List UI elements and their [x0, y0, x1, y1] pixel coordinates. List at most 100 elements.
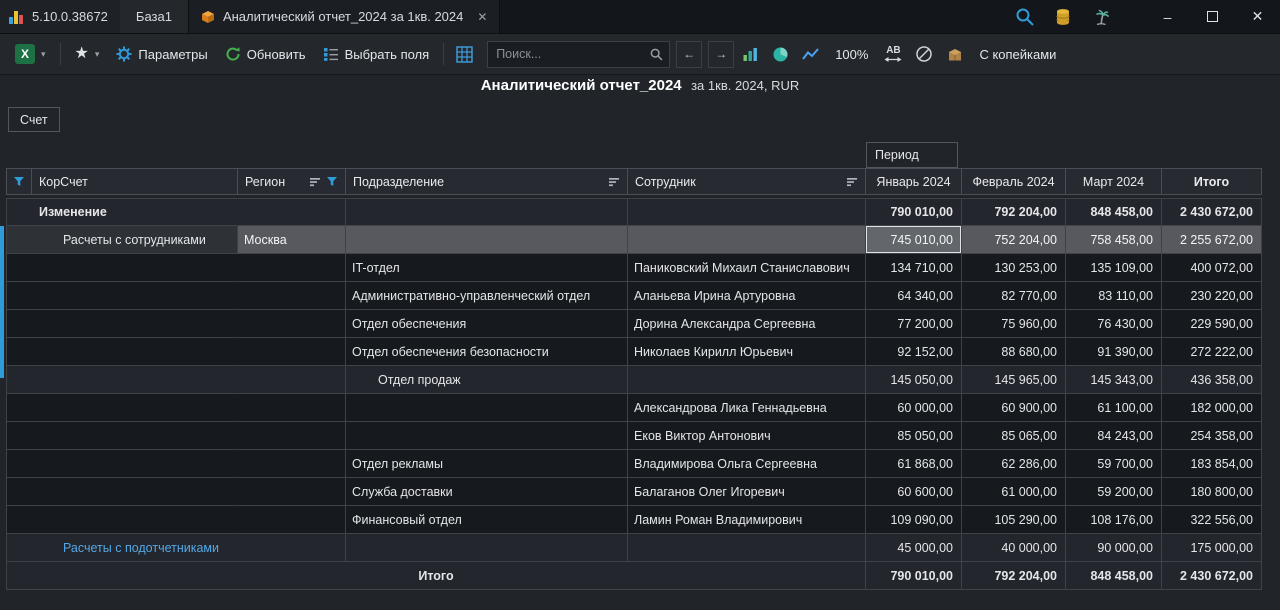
cell-value[interactable]: 75 960,00 [962, 310, 1066, 338]
cell-value[interactable]: 61 868,00 [866, 450, 962, 478]
cell-value[interactable]: 88 680,00 [962, 338, 1066, 366]
cell-department[interactable]: Отдел рекламы [346, 450, 628, 478]
cell-value[interactable]: 2 255 672,00 [1162, 226, 1262, 254]
header-region[interactable]: Регион [238, 168, 346, 195]
table-row[interactable]: Служба доставкиБалаганов Олег Игоревич60… [6, 478, 1264, 506]
cell-value[interactable]: 745 010,00 [866, 226, 962, 254]
database-icon[interactable] [1055, 8, 1071, 26]
select-fields-button[interactable]: Выбрать поля [316, 43, 437, 66]
table-row[interactable]: IT-отделПаниковский Михаил Станиславович… [6, 254, 1264, 282]
cell-value[interactable]: 175 000,00 [1162, 534, 1262, 562]
cell-value[interactable]: 59 200,00 [1066, 478, 1162, 506]
cell-value[interactable]: 790 010,00 [866, 562, 962, 590]
cell-employee[interactable]: Еков Виктор Антонович [628, 422, 866, 450]
cell-value[interactable]: 60 000,00 [866, 394, 962, 422]
cell-value[interactable]: 254 358,00 [1162, 422, 1262, 450]
cell-value[interactable]: 848 458,00 [1066, 562, 1162, 590]
minimize-button[interactable]: – [1145, 0, 1190, 33]
cell-employee[interactable]: Владимирова Ольга Сергеевна [628, 450, 866, 478]
hide-zero-button[interactable] [910, 41, 938, 67]
tab-base[interactable]: База1 [120, 0, 189, 33]
column-width-button[interactable]: AB [879, 42, 907, 67]
global-search-icon[interactable] [1015, 7, 1035, 27]
table-row[interactable]: Административно-управленческий отделАлан… [6, 282, 1264, 310]
cell-value[interactable]: 230 220,00 [1162, 282, 1262, 310]
cell-region[interactable]: Москва [238, 226, 346, 254]
cell-value[interactable]: 145 965,00 [962, 366, 1066, 394]
grid-view-button[interactable] [451, 42, 478, 67]
account-field-chip[interactable]: Счет [8, 107, 60, 132]
header-month-march[interactable]: Март 2024 [1066, 168, 1162, 195]
cell-value[interactable]: 85 050,00 [866, 422, 962, 450]
cell-value[interactable]: 61 100,00 [1066, 394, 1162, 422]
cell-employee[interactable]: Паниковский Михаил Станиславович [628, 254, 866, 282]
cell-value[interactable]: 108 176,00 [1066, 506, 1162, 534]
kopecks-toggle[interactable]: С копейками [972, 43, 1063, 66]
table-row[interactable]: Расчеты с сотрудникамиМосква745 010,0075… [6, 226, 1264, 254]
app-logo-icon[interactable] [8, 9, 24, 25]
cell-value[interactable]: 180 800,00 [1162, 478, 1262, 506]
maximize-button[interactable] [1190, 0, 1235, 33]
cell-value[interactable]: 82 770,00 [962, 282, 1066, 310]
zoom-level[interactable]: 100% [827, 43, 876, 66]
cell-value[interactable]: 229 590,00 [1162, 310, 1262, 338]
cell-department[interactable]: Финансовый отдел [346, 506, 628, 534]
cell-value[interactable]: 45 000,00 [866, 534, 962, 562]
cell-value[interactable]: 182 000,00 [1162, 394, 1262, 422]
line-chart-button[interactable] [797, 42, 824, 66]
cell-value[interactable]: 59 700,00 [1066, 450, 1162, 478]
header-month-february[interactable]: Февраль 2024 [962, 168, 1066, 195]
cell-value[interactable]: 83 110,00 [1066, 282, 1162, 310]
period-field-chip[interactable]: Период [866, 142, 958, 168]
cell-value[interactable]: 135 109,00 [1066, 254, 1162, 282]
cell-department[interactable]: IT-отдел [346, 254, 628, 282]
cell-value[interactable]: 134 710,00 [866, 254, 962, 282]
table-row[interactable]: Отдел обеспеченияДорина Александра Серге… [6, 310, 1264, 338]
cell-department[interactable]: Отдел продаж [346, 366, 628, 394]
header-month-january[interactable]: Январь 2024 [866, 168, 962, 195]
cell-value[interactable]: 2 430 672,00 [1162, 198, 1262, 226]
cell-value[interactable]: 62 286,00 [962, 450, 1066, 478]
table-row[interactable]: Отдел обеспечения безопасностиНиколаев К… [6, 338, 1264, 366]
cell-employee[interactable]: Дорина Александра Сергеевна [628, 310, 866, 338]
cell-employee[interactable]: Николаев Кирилл Юрьевич [628, 338, 866, 366]
table-row[interactable]: Еков Виктор Антонович85 050,0085 065,008… [6, 422, 1264, 450]
cell-value[interactable]: 792 204,00 [962, 198, 1066, 226]
cell-value[interactable]: 145 343,00 [1066, 366, 1162, 394]
table-row[interactable]: Отдел рекламыВладимирова Ольга Сергеевна… [6, 450, 1264, 478]
find-next-button[interactable]: → [708, 41, 734, 68]
table-row[interactable]: Отдел продаж 145 050,00145 965,00145 343,… [6, 366, 1264, 394]
palm-icon[interactable] [1091, 8, 1111, 26]
search-icon[interactable] [644, 48, 669, 61]
cell-korschet[interactable]: Расчеты с сотрудниками [6, 226, 238, 254]
cell-value[interactable]: 322 556,00 [1162, 506, 1262, 534]
cell-value[interactable]: 130 253,00 [962, 254, 1066, 282]
cell-employee[interactable]: Балаганов Олег Игоревич [628, 478, 866, 506]
cell-value[interactable]: 84 243,00 [1066, 422, 1162, 450]
cell-value[interactable]: 64 340,00 [866, 282, 962, 310]
cell-value[interactable]: 109 090,00 [866, 506, 962, 534]
package-button[interactable] [941, 42, 969, 66]
cell-value[interactable]: 790 010,00 [866, 198, 962, 226]
table-filter-button[interactable] [6, 168, 32, 195]
cell-value[interactable]: 85 065,00 [962, 422, 1066, 450]
cell-value[interactable]: 436 358,00 [1162, 366, 1262, 394]
table-row[interactable]: Итого790 010,00792 204,00848 458,002 430… [6, 562, 1264, 590]
cell-value[interactable]: 60 600,00 [866, 478, 962, 506]
cell-korschet[interactable]: Расчеты с подотчетниками [6, 534, 238, 562]
tab-close-icon[interactable]: ✕ [477, 10, 487, 24]
table-row[interactable]: Расчеты с подотчетниками45 000,0040 000,… [6, 534, 1264, 562]
cell-value[interactable]: 76 430,00 [1066, 310, 1162, 338]
cell-value[interactable]: 145 050,00 [866, 366, 962, 394]
cell-employee[interactable]: Ламин Роман Владимирович [628, 506, 866, 534]
cell-value[interactable]: 792 204,00 [962, 562, 1066, 590]
favorites-button[interactable]: ★ ▾ [68, 42, 107, 66]
search-input[interactable] [488, 43, 644, 66]
header-korschet[interactable]: КорСчет [32, 168, 238, 195]
table-row[interactable]: Александрова Лика Геннадьевна60 000,0060… [6, 394, 1264, 422]
tab-report[interactable]: Аналитический отчет_2024 за 1кв. 2024 ✕ [189, 0, 501, 33]
cell-value[interactable]: 105 290,00 [962, 506, 1066, 534]
cell-value[interactable]: 77 200,00 [866, 310, 962, 338]
cell-department[interactable]: Административно-управленческий отдел [346, 282, 628, 310]
cell-value[interactable]: 90 000,00 [1066, 534, 1162, 562]
